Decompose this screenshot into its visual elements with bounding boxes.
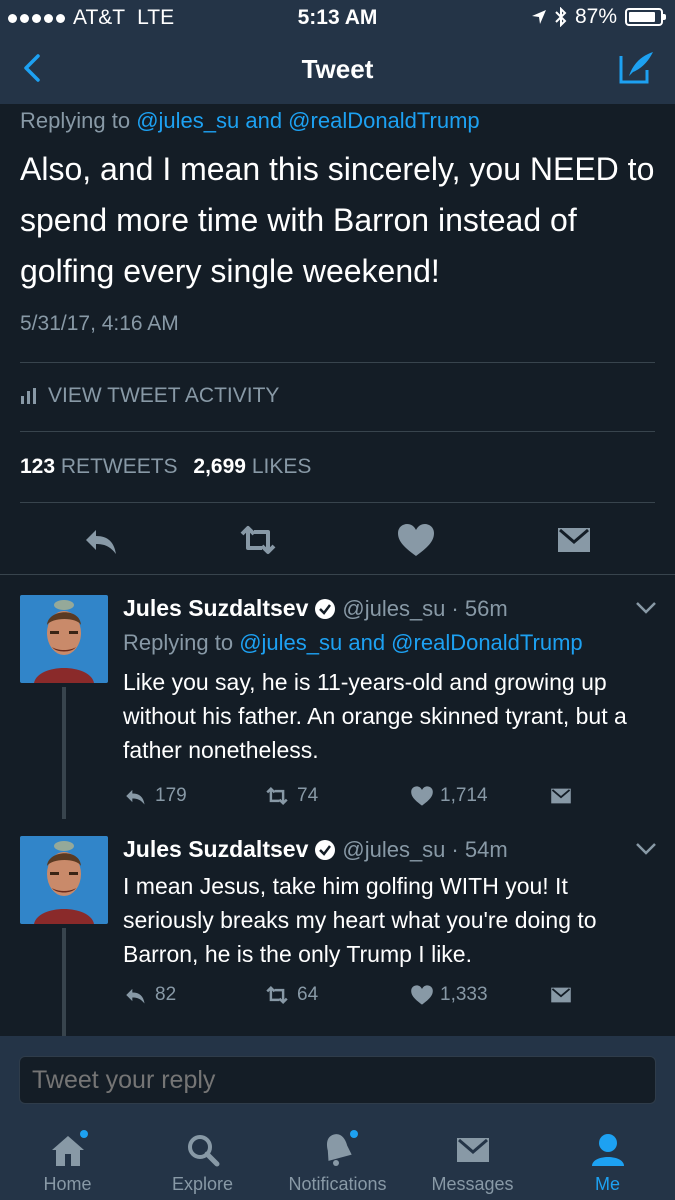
activity-label: VIEW TWEET ACTIVITY bbox=[48, 384, 280, 407]
battery-fill bbox=[629, 12, 656, 22]
author-handle[interactable]: @jules_su bbox=[342, 837, 445, 863]
likes-label[interactable]: LIKES bbox=[252, 455, 312, 478]
replying-prefix: Replying to bbox=[20, 108, 131, 133]
heart-icon bbox=[411, 786, 433, 806]
retweet-icon bbox=[266, 985, 288, 1005]
battery-percent: 87% bbox=[574, 5, 617, 28]
location-arrow-icon bbox=[531, 10, 546, 24]
retweet-button[interactable]: 74 bbox=[263, 785, 318, 807]
heart-icon[interactable] bbox=[396, 522, 436, 558]
tab-label: Notifications bbox=[288, 1174, 387, 1194]
divider bbox=[20, 502, 655, 503]
reply-actions: 82 64 1,333 bbox=[123, 984, 583, 1012]
author-handle[interactable]: @jules_su bbox=[342, 596, 445, 622]
tab-label: Home bbox=[43, 1174, 92, 1194]
bar-chart-icon bbox=[21, 388, 36, 404]
reply-button[interactable]: 82 bbox=[123, 984, 176, 1006]
status-right: 87% bbox=[531, 5, 666, 29]
tab-notifications[interactable]: Notifications bbox=[270, 1130, 405, 1195]
replying-prefix: Replying to bbox=[123, 630, 234, 655]
retweet-count: 64 bbox=[297, 984, 319, 1005]
tweet-actions bbox=[0, 522, 675, 572]
avatar[interactable] bbox=[20, 595, 108, 683]
reply-icon bbox=[126, 789, 145, 805]
chevron-down-icon[interactable] bbox=[635, 601, 657, 615]
bell-icon bbox=[318, 1130, 358, 1170]
tweet-text: Also, and I mean this sincerely, you NEE… bbox=[20, 151, 655, 289]
reply-header: Jules Suzdaltsev @jules_su · 54m bbox=[123, 836, 508, 863]
tab-home[interactable]: Home bbox=[0, 1130, 135, 1195]
like-button[interactable]: 1,333 bbox=[410, 984, 488, 1006]
reply-icon[interactable] bbox=[82, 522, 122, 558]
divider bbox=[20, 362, 655, 363]
chevron-down-icon[interactable] bbox=[635, 842, 657, 856]
envelope-icon bbox=[453, 1130, 493, 1170]
verified-badge-icon bbox=[315, 839, 336, 860]
tab-label: Messages bbox=[431, 1174, 514, 1194]
replying-handles-link[interactable]: @jules_su and @realDonaldTrump bbox=[239, 630, 582, 655]
unread-dot bbox=[79, 1130, 88, 1138]
replying-handles-link[interactable]: @jules_su and @realDonaldTrump bbox=[136, 108, 479, 133]
like-button[interactable]: 1,714 bbox=[410, 785, 488, 807]
reply-button[interactable]: 179 bbox=[123, 785, 187, 807]
tab-me[interactable]: Me bbox=[540, 1130, 675, 1195]
tweet-age: · 54m bbox=[451, 836, 508, 862]
page-title: Tweet bbox=[301, 54, 374, 84]
thread-line bbox=[62, 687, 66, 819]
search-icon bbox=[183, 1130, 223, 1170]
replying-to: Replying to @jules_su and @realDonaldTru… bbox=[123, 630, 583, 656]
compose-tweet-icon[interactable] bbox=[615, 46, 657, 88]
bluetooth-icon bbox=[555, 7, 567, 27]
reply-actions: 179 74 1,714 bbox=[123, 785, 583, 813]
tweet-age: · 56m bbox=[451, 595, 508, 621]
nav-bar: Tweet bbox=[0, 36, 675, 104]
retweet-icon bbox=[266, 786, 288, 806]
tab-bar: Home Explore Notifications Messages Me bbox=[0, 1124, 675, 1200]
author-name[interactable]: Jules Suzdaltsev bbox=[123, 836, 308, 863]
reply-input[interactable] bbox=[19, 1056, 656, 1104]
heart-icon bbox=[411, 985, 433, 1005]
reply-icon bbox=[126, 988, 145, 1004]
profile-icon bbox=[588, 1130, 628, 1170]
reply-text: Like you say, he is 11-years-old and gro… bbox=[123, 669, 627, 763]
direct-message-icon[interactable] bbox=[548, 785, 574, 807]
direct-message-icon[interactable] bbox=[554, 522, 594, 558]
author-name[interactable]: Jules Suzdaltsev bbox=[123, 595, 308, 622]
reply-count: 82 bbox=[155, 984, 177, 1005]
unread-dot bbox=[349, 1130, 358, 1138]
tab-messages[interactable]: Messages bbox=[405, 1130, 540, 1195]
view-tweet-activity-button[interactable]: VIEW TWEET ACTIVITY bbox=[20, 384, 279, 408]
reply-count: 179 bbox=[155, 785, 187, 806]
avatar[interactable] bbox=[20, 836, 108, 924]
tweet-timestamp: 5/31/17, 4:16 AM bbox=[20, 312, 179, 335]
tab-explore[interactable]: Explore bbox=[135, 1130, 270, 1195]
like-count: 1,714 bbox=[440, 785, 488, 806]
home-icon bbox=[48, 1130, 88, 1170]
reply-composer bbox=[0, 1036, 675, 1124]
retweet-count: 74 bbox=[297, 785, 319, 806]
replying-to: Replying to @jules_su and @realDonaldTru… bbox=[20, 108, 480, 134]
tweet-stats: 123 RETWEETS 2,699 LIKES bbox=[20, 455, 311, 479]
likes-count[interactable]: 2,699 bbox=[193, 455, 246, 478]
retweets-label[interactable]: RETWEETS bbox=[61, 455, 178, 478]
divider bbox=[0, 574, 675, 575]
verified-badge-icon bbox=[315, 598, 336, 619]
reply-text: I mean Jesus, take him golfing WITH you!… bbox=[123, 873, 597, 967]
tab-label: Explore bbox=[171, 1174, 234, 1194]
direct-message-icon[interactable] bbox=[548, 984, 574, 1006]
thread-line bbox=[62, 928, 66, 1038]
retweets-count[interactable]: 123 bbox=[20, 455, 55, 478]
status-bar: AT&T LTE 5:13 AM 87% bbox=[0, 0, 675, 36]
divider bbox=[20, 431, 655, 432]
retweet-icon[interactable] bbox=[238, 522, 278, 558]
battery-icon bbox=[625, 8, 666, 26]
like-count: 1,333 bbox=[440, 984, 488, 1005]
tab-label: Me bbox=[594, 1174, 620, 1194]
reply-header: Jules Suzdaltsev @jules_su · 56m bbox=[123, 595, 508, 622]
retweet-button[interactable]: 64 bbox=[263, 984, 318, 1006]
